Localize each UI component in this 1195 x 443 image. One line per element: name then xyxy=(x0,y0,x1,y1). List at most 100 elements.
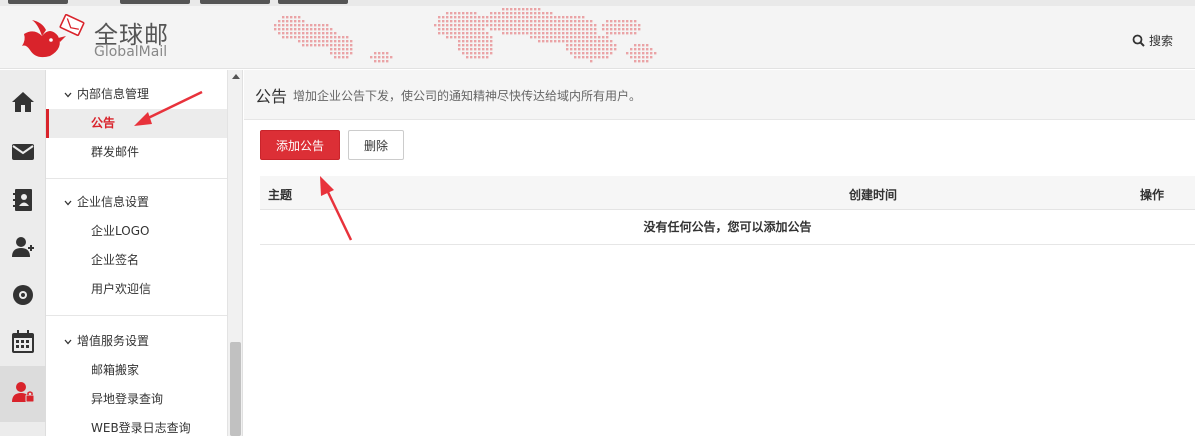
map-dot xyxy=(490,20,493,23)
map-dot xyxy=(574,32,577,35)
sidebar-item-welcome-letter[interactable]: 用户欢迎信 xyxy=(46,275,227,304)
map-dot xyxy=(462,32,465,35)
map-dot xyxy=(586,20,589,23)
map-dot xyxy=(482,40,485,43)
nav-group-header[interactable]: 增值服务设置 xyxy=(46,327,227,356)
sidebar-scrollbar[interactable] xyxy=(228,70,243,436)
map-dot xyxy=(478,20,481,23)
map-dot xyxy=(446,12,449,15)
map-dot xyxy=(486,32,489,35)
sidebar-item-mailbox-migration[interactable]: 邮箱搬家 xyxy=(46,356,227,385)
sidebar-item-remote-login-query[interactable]: 异地登录查询 xyxy=(46,385,227,414)
map-dot xyxy=(526,16,529,19)
map-dot xyxy=(294,36,297,39)
map-dot xyxy=(494,12,497,15)
calendar-icon[interactable] xyxy=(11,330,35,354)
map-dot xyxy=(522,8,525,11)
map-dot xyxy=(466,32,469,35)
map-dot xyxy=(450,16,453,19)
map-dot xyxy=(574,28,577,31)
map-dot xyxy=(586,36,589,39)
map-dot xyxy=(302,36,305,39)
sidebar-item-bulk-mail[interactable]: 群发邮件 xyxy=(46,138,227,167)
map-dot xyxy=(554,40,557,43)
map-dot xyxy=(590,60,593,63)
map-dot xyxy=(482,48,485,51)
admin-user-icon[interactable] xyxy=(11,380,35,404)
map-dot xyxy=(630,20,633,23)
disc-icon[interactable] xyxy=(11,283,35,307)
column-header-subject[interactable]: 主题 xyxy=(268,186,292,203)
search-button[interactable]: 搜索 xyxy=(1132,32,1173,49)
map-dot xyxy=(570,36,573,39)
map-dot xyxy=(590,44,593,47)
map-dot xyxy=(514,32,517,35)
map-dot xyxy=(566,32,569,35)
map-dot xyxy=(334,32,337,35)
chevron-down-icon xyxy=(64,200,72,205)
map-dot xyxy=(478,16,481,19)
map-dot xyxy=(610,28,613,31)
map-dot xyxy=(550,40,553,43)
map-dot xyxy=(554,24,557,27)
map-dot xyxy=(378,60,381,63)
map-dot xyxy=(350,52,353,55)
map-dot xyxy=(450,36,453,39)
map-dot xyxy=(446,20,449,23)
sidebar-item-web-login-log[interactable]: WEB登录日志查询 xyxy=(46,414,227,443)
map-dot xyxy=(318,24,321,27)
map-dot xyxy=(486,56,489,59)
map-dot xyxy=(318,44,321,47)
delete-button[interactable]: 删除 xyxy=(348,130,404,160)
map-dot xyxy=(622,28,625,31)
map-dot xyxy=(470,52,473,55)
map-dot xyxy=(458,24,461,27)
map-dot xyxy=(574,36,577,39)
sidebar-item-announcement[interactable]: 公告 xyxy=(46,109,227,138)
map-dot xyxy=(462,12,465,15)
map-dot xyxy=(462,28,465,31)
map-dot xyxy=(506,20,509,23)
map-dot xyxy=(490,40,493,43)
contacts-icon[interactable] xyxy=(11,188,35,212)
sidebar-item-enterprise-logo[interactable]: 企业LOGO xyxy=(46,217,227,246)
map-dot xyxy=(622,32,625,35)
map-dot xyxy=(482,24,485,27)
sidebar-item-enterprise-signature[interactable]: 企业签名 xyxy=(46,246,227,275)
map-dot xyxy=(530,28,533,31)
map-dot xyxy=(534,20,537,23)
map-dot xyxy=(446,28,449,31)
map-dot xyxy=(570,24,573,27)
map-dot xyxy=(290,20,293,23)
map-dot xyxy=(554,16,557,19)
mail-icon[interactable] xyxy=(11,140,35,164)
map-dot xyxy=(482,20,485,23)
scroll-up-arrow-icon[interactable] xyxy=(232,74,240,79)
map-dot xyxy=(314,24,317,27)
map-dot xyxy=(450,24,453,27)
map-dot xyxy=(318,36,321,39)
map-dot xyxy=(574,40,577,43)
nav-group-header[interactable]: 企业信息设置 xyxy=(46,188,227,217)
map-dot xyxy=(278,28,281,31)
map-dot xyxy=(582,44,585,47)
add-user-icon[interactable] xyxy=(11,235,35,259)
map-dot xyxy=(346,48,349,51)
map-dot xyxy=(566,16,569,19)
map-dot xyxy=(322,28,325,31)
scrollbar-thumb[interactable] xyxy=(230,342,241,436)
nav-group-header[interactable]: 内部信息管理 xyxy=(46,80,227,109)
map-dot xyxy=(614,24,617,27)
map-dot xyxy=(618,32,621,35)
map-dot xyxy=(570,40,573,43)
map-dot xyxy=(570,52,573,55)
map-dot xyxy=(486,40,489,43)
column-header-created-time[interactable]: 创建时间 xyxy=(849,186,897,203)
chevron-down-icon xyxy=(64,339,72,344)
add-announcement-button[interactable]: 添加公告 xyxy=(260,130,340,160)
map-dot xyxy=(642,52,645,55)
home-icon[interactable] xyxy=(11,90,35,114)
map-dot xyxy=(574,52,577,55)
map-dot xyxy=(518,20,521,23)
map-dot xyxy=(566,44,569,47)
